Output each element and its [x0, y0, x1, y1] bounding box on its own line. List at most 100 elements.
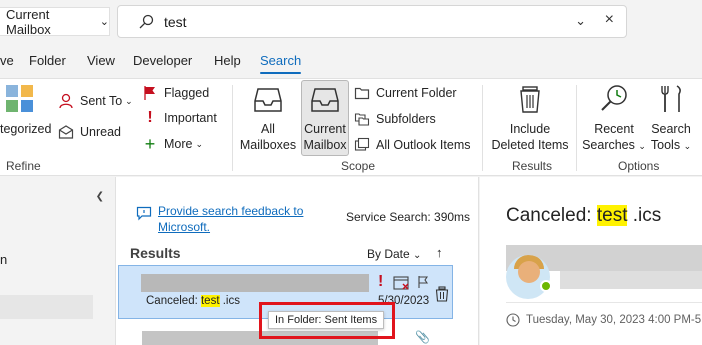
- options-group-label: Options: [618, 159, 660, 173]
- search-tools-label-line2: Tools ⌄: [650, 138, 692, 152]
- search-scope-dropdown[interactable]: Current Mailbox ⌄: [0, 6, 110, 37]
- tab-folder[interactable]: Folder: [29, 53, 66, 68]
- subfolder-icon: [354, 113, 370, 126]
- current-mailbox-label-line2: Mailbox: [303, 138, 347, 152]
- categorize-icon: [6, 85, 33, 112]
- folder-pane: ❮ n: [0, 177, 114, 345]
- important-label: Important: [164, 111, 217, 125]
- person-icon: [59, 93, 73, 109]
- include-deleted-label-line1: Include: [509, 122, 551, 136]
- delete-icon[interactable]: [435, 286, 449, 302]
- importance-icon: !: [378, 273, 384, 290]
- tab-help[interactable]: Help: [214, 53, 241, 68]
- include-deleted-label-line2: Deleted Items: [491, 138, 569, 152]
- subfolders-button[interactable]: Subfolders: [354, 111, 436, 127]
- search-tools-label-line1: Search: [651, 122, 691, 136]
- search-feedback: Provide search feedback to Microsoft.: [136, 203, 308, 235]
- feedback-icon: [136, 206, 152, 221]
- folder-icon: [354, 87, 370, 100]
- search-options-chevron-icon[interactable]: ⌄: [575, 13, 586, 29]
- unread-label: Unread: [80, 125, 121, 139]
- unread-button[interactable]: Unread: [58, 124, 121, 140]
- flag-icon: [144, 86, 155, 100]
- tab-home[interactable]: ve: [0, 53, 14, 68]
- ribbon: tegorized Sent To ⌄ Unread Flagged ! Imp…: [0, 78, 702, 176]
- scope-group-label: Scope: [341, 159, 376, 173]
- collapse-pane-icon[interactable]: ❮: [96, 191, 104, 202]
- ribbon-separator: [232, 85, 233, 171]
- include-deleted-items-button[interactable]: Include Deleted Items: [490, 81, 570, 153]
- envelope-icon: [58, 125, 74, 139]
- tools-icon: [661, 85, 681, 112]
- meeting-time: Tuesday, May 30, 2023 4:00 PM-5: [506, 313, 701, 327]
- search-tools-button[interactable]: Search Tools ⌄: [648, 81, 694, 154]
- presence-available-icon: [540, 280, 552, 292]
- folder-item[interactable]: n: [0, 252, 7, 267]
- results-group-label: Results: [512, 159, 553, 173]
- redacted-recipients: [560, 271, 702, 289]
- plus-icon: +: [144, 134, 156, 154]
- recent-searches-label-line2: Searches ⌄: [582, 138, 646, 152]
- all-mailboxes-label-line2: Mailboxes: [239, 138, 297, 152]
- selected-folder-row[interactable]: [0, 295, 93, 319]
- avatar[interactable]: [506, 255, 550, 299]
- tab-search[interactable]: Search: [260, 53, 302, 74]
- current-folder-label: Current Folder: [376, 86, 457, 100]
- divider: [506, 302, 702, 303]
- important-icon: !: [147, 109, 153, 126]
- folder-tooltip: In Folder: Sent Items: [268, 311, 385, 329]
- inbox-tray-icon: [311, 88, 339, 112]
- important-button[interactable]: ! Important: [142, 109, 217, 126]
- recent-searches-label-line1: Recent: [594, 122, 634, 136]
- all-outlook-items-button[interactable]: All Outlook Items: [354, 137, 470, 153]
- current-mailbox-button[interactable]: Current Mailbox: [301, 80, 349, 156]
- ribbon-tabs: ve Folder View Developer Help Search: [0, 46, 702, 76]
- results-heading: Results: [130, 245, 181, 261]
- clock-icon: [506, 313, 520, 327]
- ribbon-separator: [482, 85, 483, 171]
- sort-by-dropdown[interactable]: By Date ⌄: [367, 247, 421, 261]
- tab-view[interactable]: View: [87, 53, 115, 68]
- categorized-label: tegorized: [0, 122, 52, 136]
- search-input[interactable]: test ⌄ ×: [117, 5, 627, 38]
- search-scope-label: Current Mailbox: [6, 6, 51, 37]
- current-mailbox-label-line1: Current: [304, 122, 346, 136]
- subfolders-label: Subfolders: [376, 112, 436, 126]
- redacted-sender: [141, 274, 369, 292]
- more-button[interactable]: + More ⌄: [142, 134, 204, 154]
- recent-searches-button[interactable]: Recent Searches ⌄: [582, 81, 646, 154]
- ribbon-separator: [576, 85, 577, 171]
- search-bar: Current Mailbox ⌄ test ⌄ ×: [0, 0, 702, 44]
- current-folder-button[interactable]: Current Folder: [354, 85, 457, 101]
- search-query-text: test: [164, 13, 187, 30]
- all-outlook-items-label: All Outlook Items: [376, 138, 471, 152]
- categorized-button[interactable]: tegorized: [0, 81, 52, 137]
- reading-pane: Canceled: test .ics Tuesday, May 30, 202…: [480, 177, 702, 345]
- tab-developer[interactable]: Developer: [133, 53, 192, 68]
- trash-icon: [520, 86, 540, 113]
- search-icon: [139, 14, 154, 28]
- sort-direction-icon[interactable]: ↑: [436, 245, 443, 260]
- canceled-meeting-icon: [393, 276, 409, 290]
- all-mailboxes-label-line1: All: [261, 122, 275, 136]
- service-search-time: Service Search: 390ms: [346, 210, 471, 224]
- flagged-label: Flagged: [164, 86, 210, 100]
- flag-icon[interactable]: [417, 275, 429, 289]
- inbox-tray-icon: [254, 88, 282, 112]
- message-title: Canceled: test .ics: [506, 205, 662, 226]
- sent-to-label: Sent To: [80, 94, 123, 108]
- chevron-down-icon: ⌄: [99, 16, 109, 28]
- sent-to-button[interactable]: Sent To ⌄: [58, 93, 133, 109]
- search-feedback-link[interactable]: Provide search feedback to Microsoft.: [158, 203, 308, 235]
- more-label: More: [164, 137, 193, 151]
- message-subject: Canceled: test .ics: [146, 295, 240, 307]
- recent-search-icon: [601, 85, 627, 111]
- refine-group-label: Refine: [6, 159, 41, 173]
- all-mailboxes-button[interactable]: All Mailboxes: [238, 81, 298, 153]
- chevron-down-icon: ⌄: [195, 138, 204, 149]
- flagged-button[interactable]: Flagged: [142, 85, 209, 101]
- attachment-icon: 📎: [415, 330, 430, 344]
- chevron-down-icon: ⌄: [125, 95, 133, 106]
- stacked-folders-icon: [354, 137, 370, 151]
- clear-search-icon[interactable]: ×: [605, 11, 614, 29]
